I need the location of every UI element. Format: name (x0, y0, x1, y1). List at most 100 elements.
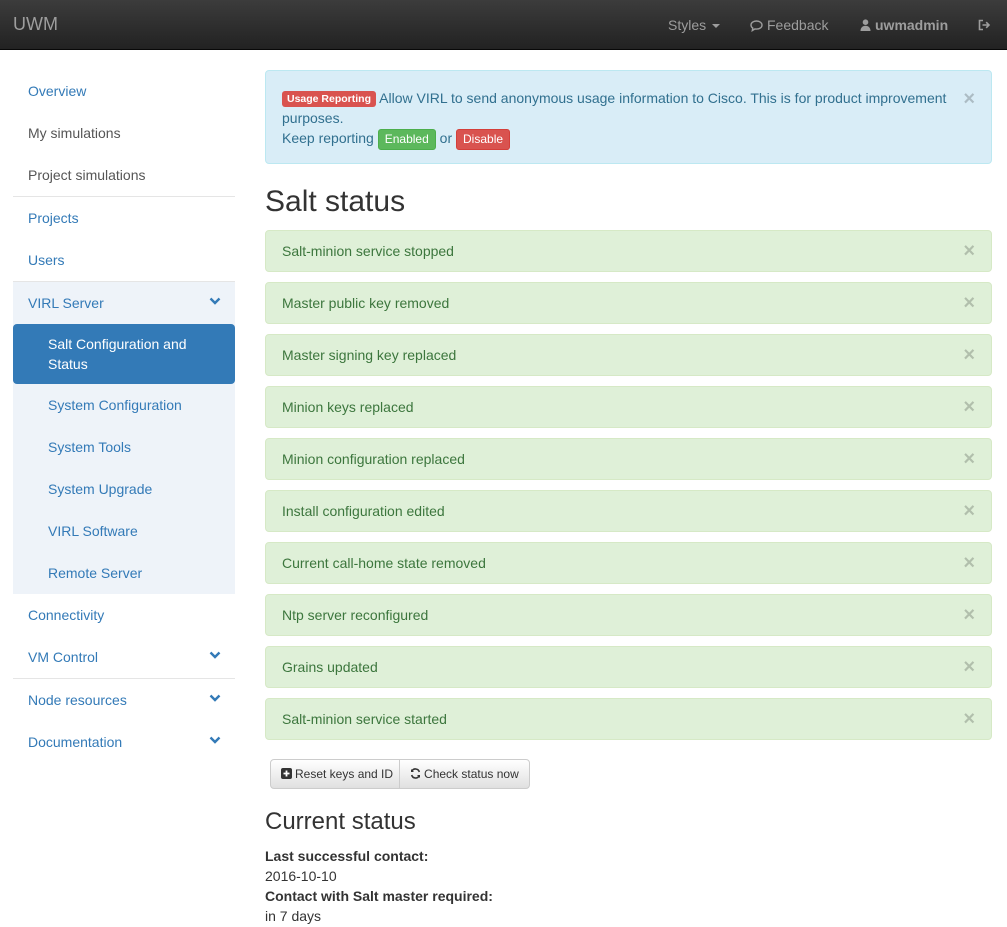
username-label: uwmadmin (875, 17, 949, 33)
close-icon[interactable]: × (963, 553, 975, 573)
sidebar-item-remote-server[interactable]: Remote Server (13, 552, 235, 594)
user-icon (860, 17, 871, 35)
sidebar-item-virl-server[interactable]: VIRL Server (13, 282, 235, 324)
last-contact-label: Last successful contact: (265, 848, 429, 864)
sidebar-item-label: VM Control (28, 649, 99, 665)
sidebar-item-documentation[interactable]: Documentation (13, 721, 235, 763)
sidebar-item-label: Node resources (28, 692, 127, 708)
sidebar-item-connectivity[interactable]: Connectivity (13, 594, 235, 636)
close-icon[interactable]: × (963, 345, 975, 365)
chevron-down-icon[interactable] (209, 734, 221, 746)
required-contact-value: in 7 days (265, 908, 322, 924)
styles-label: Styles (668, 17, 707, 33)
status-alert: Ntp server reconfigured × (265, 594, 992, 636)
disable-button[interactable]: Disable (456, 129, 511, 150)
status-alert-text: Grains updated (282, 659, 378, 675)
feedback-label: Feedback (767, 17, 829, 33)
sidebar-item-users[interactable]: Users (13, 239, 235, 281)
close-icon[interactable]: × (963, 293, 975, 313)
close-icon[interactable]: × (963, 657, 975, 677)
or-text: or (439, 130, 453, 146)
status-alert: Install configuration edited × (265, 490, 992, 532)
feedback-link[interactable]: Feedback (750, 16, 828, 36)
sidebar-item-label: My simulations (28, 125, 121, 141)
close-icon[interactable]: × (963, 397, 975, 417)
sidebar-item-vm-control[interactable]: VM Control (13, 636, 235, 678)
status-alert-text: Ntp server reconfigured (282, 607, 429, 623)
chevron-down-icon[interactable] (209, 649, 221, 661)
sidebar-item-label: System Tools (48, 439, 131, 455)
sidebar-item-my-simulations[interactable]: My simulations (13, 112, 235, 154)
sidebar-item-label: Users (28, 252, 65, 268)
caret-down-icon (712, 24, 721, 29)
sidebar-item-system-upgrade[interactable]: System Upgrade (13, 468, 235, 510)
status-alert-text: Current call-home state removed (282, 555, 486, 571)
sidebar-item-system-tools[interactable]: System Tools (13, 426, 235, 468)
status-alert: Master signing key replaced × (265, 334, 992, 376)
styles-dropdown[interactable]: Styles (668, 16, 721, 34)
usage-reporting-message: Allow VIRL to send anonymous usage infor… (282, 90, 947, 126)
sidebar-item-label: VIRL Server (28, 295, 104, 311)
refresh-icon (410, 761, 421, 789)
status-alert-text: Master signing key replaced (282, 347, 457, 363)
sidebar-item-label: Projects (28, 210, 79, 226)
sidebar-item-label: Connectivity (28, 607, 105, 623)
chevron-down-icon[interactable] (209, 692, 221, 704)
status-alert-text: Salt-minion service started (282, 711, 447, 727)
sidebar-item-label: Salt Configuration and Status (48, 336, 187, 372)
top-navbar: UWM Styles Feedback uwmadmin (0, 0, 1007, 50)
close-icon[interactable]: × (963, 449, 975, 469)
sidebar-item-virl-software[interactable]: VIRL Software (13, 510, 235, 552)
sidebar-item-project-simulations[interactable]: Project simulations (13, 154, 235, 196)
comment-icon (750, 18, 763, 36)
status-alert: Grains updated × (265, 646, 992, 688)
sidebar-item-projects[interactable]: Projects (13, 197, 235, 239)
sidebar-item-label: System Upgrade (48, 481, 153, 497)
salt-actions-group: Reset keys and ID Check status now (270, 759, 530, 789)
sidebar-item-label: Project simulations (28, 167, 146, 183)
close-icon[interactable]: × (963, 89, 975, 109)
user-menu[interactable]: uwmadmin (860, 16, 948, 35)
salt-status-alerts: Salt-minion service stopped × Master publ… (265, 230, 992, 750)
sidebar-item-label: VIRL Software (48, 523, 138, 539)
check-status-button[interactable]: Check status now (399, 759, 530, 789)
close-icon[interactable]: × (963, 501, 975, 521)
plus-square-icon (281, 761, 292, 789)
usage-reporting-badge: Usage Reporting (282, 91, 377, 107)
keep-reporting-text: Keep reporting (282, 130, 374, 146)
sidebar-group-virl-server: VIRL Server Salt Configuration and Statu… (13, 282, 235, 594)
status-alert: Master public key removed × (265, 282, 992, 324)
required-contact-label: Contact with Salt master required: (265, 888, 493, 904)
reset-keys-label: Reset keys and ID (295, 767, 394, 781)
logout-icon (978, 17, 991, 35)
sidebar-item-overview[interactable]: Overview (13, 70, 235, 112)
sidebar-nav: Overview My simulations Project simulati… (13, 70, 235, 763)
close-icon[interactable]: × (963, 605, 975, 625)
usage-reporting-alert: Usage Reporting Allow VIRL to send anony… (265, 70, 992, 164)
status-alert-text: Master public key removed (282, 295, 450, 311)
sidebar-item-label: System Configuration (48, 397, 182, 413)
current-status-list: Last successful contact: 2016-10-10 Cont… (265, 846, 493, 926)
brand-logo[interactable]: UWM (13, 14, 58, 35)
status-alert: Minion keys replaced × (265, 386, 992, 428)
status-alert-text: Install configuration edited (282, 503, 445, 519)
status-alert-text: Minion configuration replaced (282, 451, 465, 467)
sidebar-item-node-resources[interactable]: Node resources (13, 679, 235, 721)
enabled-button[interactable]: Enabled (377, 129, 436, 150)
page-title: Salt status (265, 185, 406, 218)
sidebar-item-salt-configuration[interactable]: Salt Configuration and Status (13, 324, 235, 384)
chevron-down-icon[interactable] (209, 295, 221, 307)
close-icon[interactable]: × (963, 241, 975, 261)
close-icon[interactable]: × (963, 709, 975, 729)
sidebar-item-system-configuration[interactable]: System Configuration (13, 384, 235, 426)
current-status-heading: Current status (265, 808, 416, 835)
status-alert: Minion configuration replaced × (265, 438, 992, 480)
main-content: Usage Reporting Allow VIRL to send anony… (265, 70, 992, 924)
reset-keys-button[interactable]: Reset keys and ID (270, 759, 405, 789)
sidebar-item-label: Overview (28, 83, 87, 99)
status-alert-text: Minion keys replaced (282, 399, 414, 415)
check-status-label: Check status now (424, 767, 519, 781)
logout-button[interactable] (978, 16, 991, 35)
status-alert: Current call-home state removed × (265, 542, 992, 584)
sidebar-item-label: Documentation (28, 734, 123, 750)
